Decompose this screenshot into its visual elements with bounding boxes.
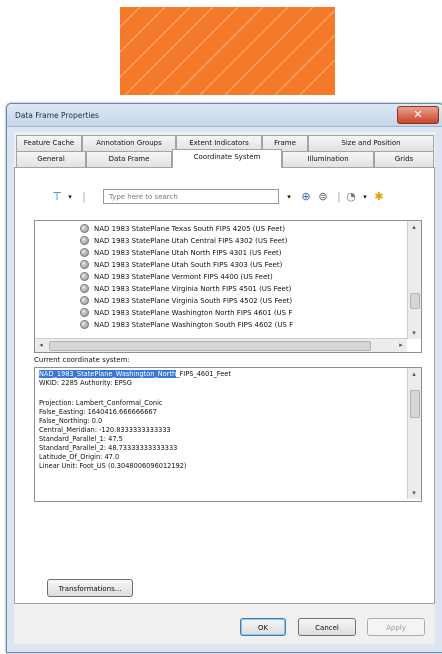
tree-item[interactable]: NAD 1983 StatePlane Vermont FIPS 4400 (U… bbox=[80, 271, 394, 283]
coordinate-system-tree[interactable]: NAD 1983 StatePlane Texas South FIPS 420… bbox=[34, 220, 422, 353]
cs-detail-line: WKID: 2285 Authority: EPSG bbox=[39, 379, 132, 387]
tree-item[interactable]: NAD 1983 StatePlane Texas South FIPS 420… bbox=[80, 223, 394, 235]
toolbar-separator: | bbox=[82, 190, 86, 203]
coordinate-system-panel: ⊤ ▾ | Type here to search ▾ ⊕ ⊜ | ◔ ▾ ✱ … bbox=[14, 167, 435, 604]
cs-name-rest: _FIPS_4601_Feet bbox=[176, 370, 231, 378]
projection-globe-icon bbox=[80, 248, 89, 257]
cs-detail-line: Central_Meridian: -120.8333333333333 bbox=[39, 426, 171, 434]
current-cs-details[interactable]: NAD_1983_StatePlane_Washington_North_FIP… bbox=[34, 367, 422, 502]
cs-detail-line: Standard_Parallel_2: 48.73333333333333 bbox=[39, 444, 178, 452]
ok-button[interactable]: OK bbox=[240, 618, 286, 636]
cs-detail-line: Projection: Lambert_Conformal_Conic bbox=[39, 399, 163, 407]
tree-vertical-scrollbar[interactable]: ▴ ▾ bbox=[407, 221, 421, 339]
scroll-down-icon[interactable]: ▾ bbox=[408, 327, 420, 339]
projection-globe-icon bbox=[80, 224, 89, 233]
tree-hscroll-thumb[interactable] bbox=[49, 341, 371, 351]
projection-globe-icon bbox=[80, 296, 89, 305]
projection-globe-icon bbox=[80, 236, 89, 245]
dialog-title: Data Frame Properties bbox=[15, 111, 99, 120]
scroll-left-icon[interactable]: ◂ bbox=[35, 339, 47, 351]
cancel-button[interactable]: Cancel bbox=[298, 618, 356, 636]
close-button[interactable]: ✕ bbox=[397, 106, 439, 124]
search-options-icon[interactable]: ⊜ bbox=[315, 189, 331, 205]
tab-general[interactable]: General bbox=[16, 151, 86, 167]
scroll-down-icon[interactable]: ▾ bbox=[408, 487, 420, 499]
cs-name-line: NAD_1983_StatePlane_Washington_North_FIP… bbox=[39, 370, 231, 379]
projection-globe-icon bbox=[80, 272, 89, 281]
tab-illumination[interactable]: Illumination bbox=[282, 151, 374, 167]
projection-globe-icon bbox=[80, 284, 89, 293]
tree-horizontal-scrollbar[interactable]: ◂ ▸ bbox=[35, 338, 407, 352]
tree-vscroll-thumb[interactable] bbox=[410, 293, 420, 309]
scroll-up-icon[interactable]: ▴ bbox=[408, 221, 420, 233]
tab-grids[interactable]: Grids bbox=[374, 151, 434, 167]
tree-item[interactable]: NAD 1983 StatePlane Virginia North FIPS … bbox=[80, 283, 394, 295]
cs-detail-line: Latitude_Of_Origin: 47.0 bbox=[39, 453, 120, 461]
projection-globe-icon bbox=[80, 320, 89, 329]
tree-item[interactable]: NAD 1983 StatePlane Washington South FIP… bbox=[80, 319, 394, 331]
tree-item[interactable]: NAD 1983 StatePlane Utah North FIPS 4301… bbox=[80, 247, 394, 259]
tab-coordinate-system[interactable]: Coordinate System bbox=[172, 149, 282, 168]
cs-detail-line: Standard_Parallel_1: 47.5 bbox=[39, 435, 123, 443]
search-input[interactable]: Type here to search bbox=[103, 189, 279, 204]
close-icon: ✕ bbox=[413, 108, 423, 121]
tab-strip: Feature Cache Annotation Groups Extent I… bbox=[14, 132, 435, 168]
tree-item[interactable]: NAD 1983 StatePlane Utah Central FIPS 43… bbox=[80, 235, 394, 247]
search-go-icon[interactable]: ⊕ bbox=[298, 189, 314, 205]
scroll-right-icon[interactable]: ▸ bbox=[395, 339, 407, 351]
projection-globe-icon bbox=[80, 308, 89, 317]
details-vscroll-thumb[interactable] bbox=[410, 390, 420, 418]
tab-data-frame[interactable]: Data Frame bbox=[86, 151, 172, 167]
cs-name-selected: NAD_1983_StatePlane_Washington_North bbox=[39, 370, 177, 378]
tab-annotation-groups[interactable]: Annotation Groups bbox=[82, 135, 176, 151]
tab-size-and-position[interactable]: Size and Position bbox=[308, 135, 434, 151]
cs-detail-line: False_Northing: 0.0 bbox=[39, 417, 103, 425]
data-frame-properties-dialog: Data Frame Properties ✕ Feature Cache An… bbox=[6, 103, 442, 653]
cs-detail-line: False_Easting: 1640416.666666667 bbox=[39, 408, 157, 416]
scroll-up-icon[interactable]: ▴ bbox=[408, 368, 420, 380]
title-bar: Data Frame Properties ✕ bbox=[7, 104, 442, 127]
tab-feature-cache[interactable]: Feature Cache bbox=[16, 135, 82, 151]
transformations-button[interactable]: Transformations... bbox=[47, 579, 133, 597]
current-cs-label: Current coordinate system: bbox=[34, 356, 130, 364]
dialog-client-area: Feature Cache Annotation Groups Extent I… bbox=[14, 132, 435, 644]
tree-item[interactable]: NAD 1983 StatePlane Virginia South FIPS … bbox=[80, 295, 394, 307]
details-vertical-scrollbar[interactable]: ▴ ▾ bbox=[407, 368, 421, 499]
projection-globe-icon bbox=[80, 260, 89, 269]
cs-toolbar: ⊤ ▾ | Type here to search ▾ ⊕ ⊜ | ◔ ▾ ✱ bbox=[49, 188, 409, 208]
apply-button[interactable]: Apply bbox=[367, 618, 425, 636]
tree-item[interactable]: NAD 1983 StatePlane Utah South FIPS 4303… bbox=[80, 259, 394, 271]
tree-item[interactable]: NAD 1983 StatePlane Washington North FIP… bbox=[80, 307, 394, 319]
orange-banner bbox=[120, 7, 335, 95]
cs-detail-line: Linear Unit: Foot_US (0.3048006096012192… bbox=[39, 462, 187, 470]
add-favorite-icon[interactable]: ✱ bbox=[371, 189, 387, 205]
search-dropdown-icon[interactable]: ▾ bbox=[281, 189, 297, 205]
